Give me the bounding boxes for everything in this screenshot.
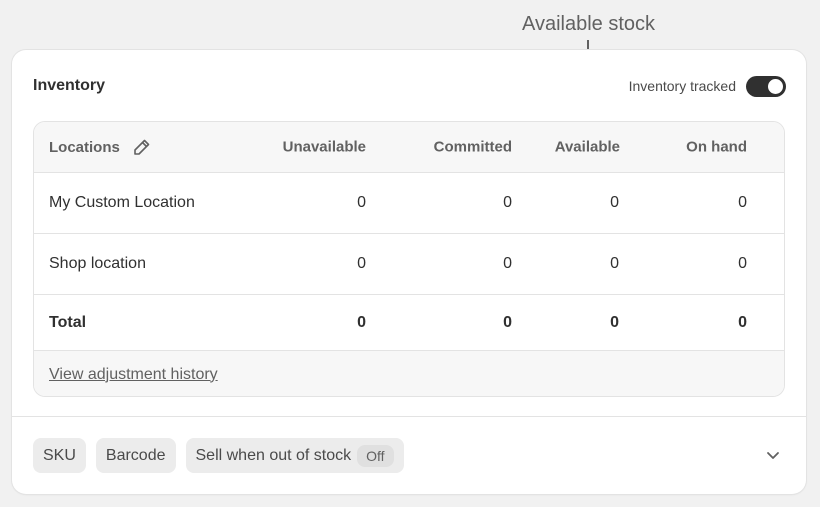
inventory-card: Inventory Inventory tracked Locations Un… — [12, 50, 806, 494]
total-available: 0 — [610, 313, 619, 331]
table-row: My Custom Location 0 0 0 0 — [34, 173, 784, 234]
sku-chip-label: SKU — [43, 446, 76, 464]
unavailable-value[interactable]: 0 — [357, 255, 366, 273]
locations-header: Locations — [49, 137, 152, 157]
total-unavailable: 0 — [357, 313, 366, 331]
sell-when-out-of-stock-chip[interactable]: Sell when out of stock Off — [185, 438, 404, 473]
committed-header: Committed — [433, 138, 512, 156]
total-on-hand: 0 — [738, 313, 747, 331]
committed-value: 0 — [503, 194, 512, 211]
unavailable-header: Unavailable — [282, 138, 366, 156]
barcode-chip-label: Barcode — [105, 446, 166, 464]
sku-chip[interactable]: SKU — [33, 438, 86, 473]
location-name: My Custom Location — [49, 194, 195, 211]
toggle-knob — [768, 78, 783, 94]
section-divider — [12, 416, 806, 417]
committed-value: 0 — [503, 255, 512, 272]
inventory-tracked-toggle[interactable] — [746, 75, 786, 97]
available-header: Available — [554, 138, 620, 156]
table-row: Shop location 0 0 0 0 — [34, 234, 784, 295]
inventory-options: SKU Barcode Sell when out of stock Off — [33, 438, 404, 473]
pencil-icon[interactable] — [132, 137, 152, 157]
barcode-chip[interactable]: Barcode — [95, 438, 176, 473]
table-footer: View adjustment history — [34, 351, 784, 396]
total-row: Total 0 0 0 0 — [34, 295, 784, 351]
location-name: Shop location — [49, 255, 146, 272]
on-hand-value[interactable]: 0 — [738, 194, 747, 212]
status-badge: Off — [357, 444, 394, 467]
inventory-tracked-label: Inventory tracked — [628, 78, 736, 94]
view-adjustment-history-link[interactable]: View adjustment history — [49, 366, 218, 384]
available-value[interactable]: 0 — [610, 194, 619, 212]
card-title: Inventory — [33, 77, 106, 94]
inventory-table: Locations Unavailable Committed Availabl… — [33, 121, 785, 397]
table-header-row: Locations Unavailable Committed Availabl… — [34, 122, 784, 173]
total-committed: 0 — [503, 313, 512, 331]
on-hand-value[interactable]: 0 — [738, 255, 747, 273]
available-value[interactable]: 0 — [610, 255, 619, 273]
sell-when-out-of-stock-label: Sell when out of stock — [195, 446, 352, 464]
available-stock-annotation: Available stock — [522, 13, 656, 35]
on-hand-header: On hand — [686, 138, 747, 156]
chevron-down-icon[interactable] — [764, 446, 782, 464]
total-label: Total — [49, 313, 87, 331]
unavailable-value[interactable]: 0 — [357, 194, 366, 212]
inventory-tracked-control: Inventory tracked — [629, 75, 786, 97]
locations-header-label: Locations — [49, 138, 120, 156]
